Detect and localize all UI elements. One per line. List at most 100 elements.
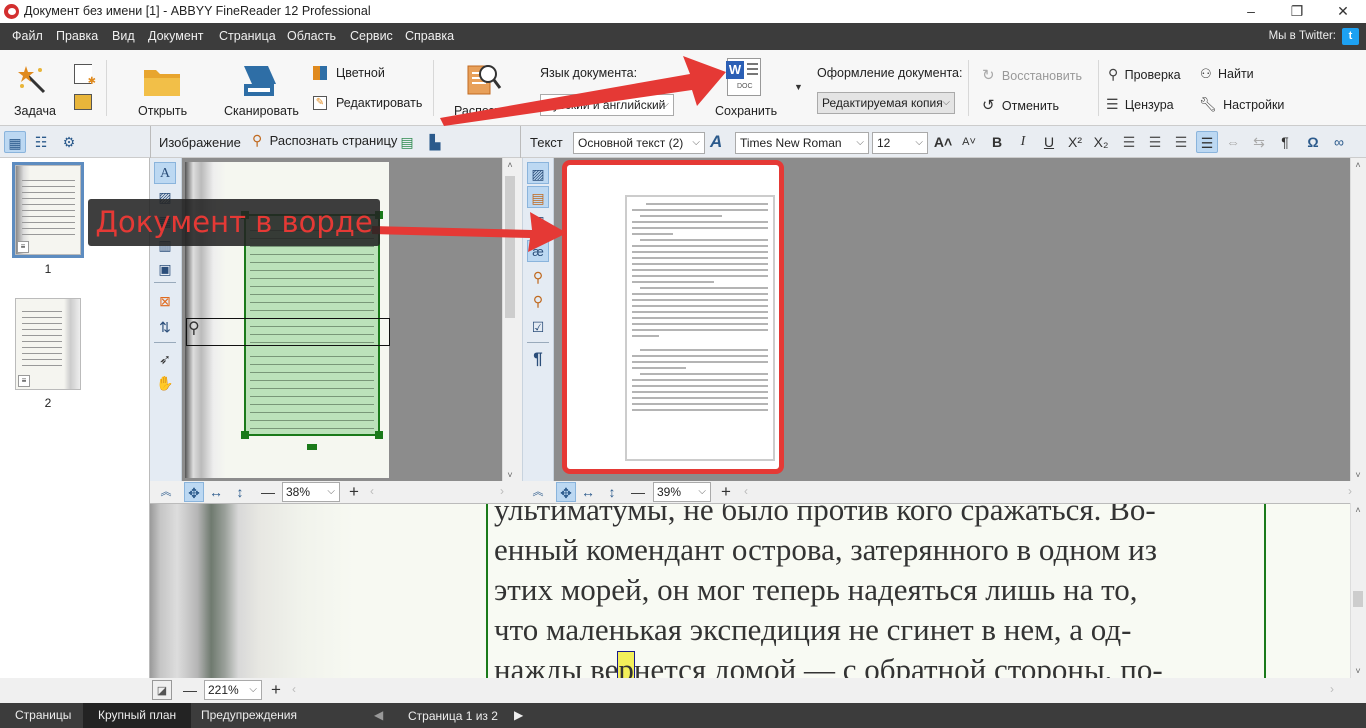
underline-icon[interactable]: U: [1038, 131, 1060, 153]
collapse-icon[interactable]: ︽: [156, 482, 176, 502]
find-error-icon[interactable]: ⚲: [527, 266, 549, 288]
align-right-icon[interactable]: ☰: [1170, 131, 1192, 153]
order-areas-tool-icon[interactable]: ⇅: [154, 316, 176, 338]
fit-page-icon[interactable]: ✥: [556, 482, 576, 502]
menu-help[interactable]: Справка: [405, 29, 454, 43]
paragraph-style-select[interactable]: Основной текст (2) ⌵: [573, 132, 705, 154]
scroll-down-icon[interactable]: ˅: [1351, 666, 1365, 676]
open-file-small-icon[interactable]: [74, 94, 92, 110]
menu-document[interactable]: Документ: [148, 29, 203, 43]
minimize-button[interactable]: –: [1228, 0, 1274, 23]
outdent-icon[interactable]: ⇆: [1248, 131, 1270, 153]
closeup-options-icon[interactable]: ◪: [152, 680, 172, 700]
superscript-icon[interactable]: X²: [1064, 131, 1086, 153]
fit-width-icon[interactable]: ↔: [578, 482, 598, 502]
indent-icon[interactable]: ⇔: [1222, 131, 1244, 153]
zoom-out-icon[interactable]: —: [258, 482, 278, 502]
show-tables-icon[interactable]: ▥: [527, 210, 549, 232]
text-view[interactable]: [554, 158, 1350, 482]
save-button[interactable]: W DOC Сохранить: [710, 54, 780, 124]
menu-view[interactable]: Вид: [112, 29, 135, 43]
pilcrow-icon[interactable]: ¶: [527, 348, 549, 370]
fit-height-icon[interactable]: ↕: [602, 482, 622, 502]
redo-button[interactable]: ↻ Восстановить: [982, 66, 1082, 84]
tab-pages[interactable]: Страницы: [0, 703, 86, 728]
scroll-left-icon[interactable]: ‹: [292, 682, 296, 696]
details-view-icon[interactable]: ☷: [30, 131, 52, 153]
zoom-in-icon[interactable]: +: [716, 482, 736, 502]
fit-page-icon[interactable]: ✥: [184, 482, 204, 502]
increase-font-icon[interactable]: A˄: [932, 131, 954, 153]
closeup-viewport-frame[interactable]: [186, 318, 390, 346]
resize-handle[interactable]: [241, 431, 249, 439]
menu-edit[interactable]: Правка: [56, 29, 98, 43]
scroll-down-icon[interactable]: ˅: [1351, 470, 1365, 480]
find-button[interactable]: ⚇ Найти: [1200, 66, 1254, 82]
pan-hand-icon[interactable]: ✋: [154, 372, 176, 394]
zoom-out-icon[interactable]: —: [628, 482, 648, 502]
undo-button[interactable]: ↺ Отменить: [982, 96, 1059, 114]
collapse-icon[interactable]: ︽: [528, 482, 548, 502]
delete-area-tool-icon[interactable]: ⊠: [154, 290, 176, 312]
subscript-icon[interactable]: X₂: [1090, 131, 1112, 153]
save-options-dropdown[interactable]: ▼: [794, 82, 803, 92]
closeup-zoom-input[interactable]: 221% ⌵: [204, 680, 262, 700]
maximize-button[interactable]: ❐: [1274, 0, 1320, 23]
zoom-in-icon[interactable]: +: [344, 482, 364, 502]
align-justify-icon[interactable]: ☰: [1196, 131, 1218, 153]
close-button[interactable]: ✕: [1320, 0, 1366, 23]
verify-text-icon[interactable]: ☑: [527, 316, 549, 338]
recognized-document-page[interactable]: [625, 195, 775, 461]
font-select[interactable]: Times New Roman ⌵: [735, 132, 869, 154]
scroll-up-icon[interactable]: ˄: [503, 160, 517, 170]
scroll-up-icon[interactable]: ˄: [1351, 160, 1365, 170]
open-button[interactable]: Открыть: [136, 54, 188, 124]
show-text-icon[interactable]: ▤: [527, 186, 549, 208]
menu-file[interactable]: Файл: [12, 29, 43, 43]
closeup-vertical-scrollbar[interactable]: ˄ ˅: [1350, 503, 1364, 678]
next-page-icon[interactable]: ▶: [514, 708, 523, 722]
tab-closeup[interactable]: Крупный план: [83, 703, 192, 728]
page-thumbnail-2[interactable]: ≡: [15, 298, 81, 390]
page-number-area[interactable]: [307, 444, 317, 450]
tab-warnings[interactable]: Предупреждения: [186, 703, 312, 728]
menu-page[interactable]: Страница: [219, 29, 276, 43]
menu-area[interactable]: Область: [287, 29, 336, 43]
zoom-in-icon[interactable]: +: [266, 680, 286, 700]
scroll-right-icon[interactable]: ›: [500, 484, 504, 498]
menu-service[interactable]: Сервис: [350, 29, 393, 43]
page-scan-icon[interactable]: ▙: [424, 131, 446, 153]
recognize-button[interactable]: Распознать: [452, 54, 522, 124]
background-area-tool-icon[interactable]: ▣: [154, 258, 176, 280]
fit-width-icon[interactable]: ↔: [206, 482, 226, 502]
align-left-icon[interactable]: ☰: [1118, 131, 1140, 153]
scroll-left-icon[interactable]: ‹: [370, 484, 374, 498]
image-zoom-input[interactable]: 38% ⌵: [282, 482, 340, 502]
text-vertical-scrollbar[interactable]: ˄ ˅: [1350, 158, 1364, 482]
spell-check-icon[interactable]: æ: [527, 240, 549, 262]
new-document-icon[interactable]: ✱: [74, 64, 96, 87]
task-button[interactable]: Задача: [12, 54, 56, 124]
text-area-tool-icon[interactable]: A: [154, 162, 176, 184]
twitter-icon[interactable]: t: [1342, 28, 1359, 45]
page-image-icon[interactable]: ▤: [396, 131, 418, 153]
settings-button[interactable]: 🔧︎ Настройки: [1199, 96, 1284, 113]
scroll-up-icon[interactable]: ˄: [1351, 505, 1365, 515]
scroll-left-icon[interactable]: ‹: [744, 484, 748, 498]
doc-format-select[interactable]: Редактируемая копия ⌵: [817, 92, 955, 114]
scroll-right-icon[interactable]: ›: [1348, 484, 1352, 498]
font-size-select[interactable]: 12 ⌵: [872, 132, 928, 154]
show-pictures-icon[interactable]: ▨: [527, 162, 549, 184]
align-center-icon[interactable]: ☰: [1144, 131, 1166, 153]
doc-language-select[interactable]: Русский и английский ⌵: [540, 94, 674, 116]
resize-handle[interactable]: [375, 431, 383, 439]
decrease-font-icon[interactable]: A˅: [958, 131, 980, 153]
scroll-right-icon[interactable]: ›: [1330, 682, 1334, 696]
style-editor-icon[interactable]: A: [710, 132, 722, 152]
scrollbar-thumb[interactable]: [1353, 591, 1363, 607]
fit-height-icon[interactable]: ↕: [230, 482, 250, 502]
insert-symbol-icon[interactable]: Ω: [1302, 131, 1324, 153]
page-thumbnail-1[interactable]: ≡: [12, 162, 84, 258]
zoom-out-icon[interactable]: —: [180, 680, 200, 700]
scroll-down-icon[interactable]: ˅: [503, 470, 517, 480]
